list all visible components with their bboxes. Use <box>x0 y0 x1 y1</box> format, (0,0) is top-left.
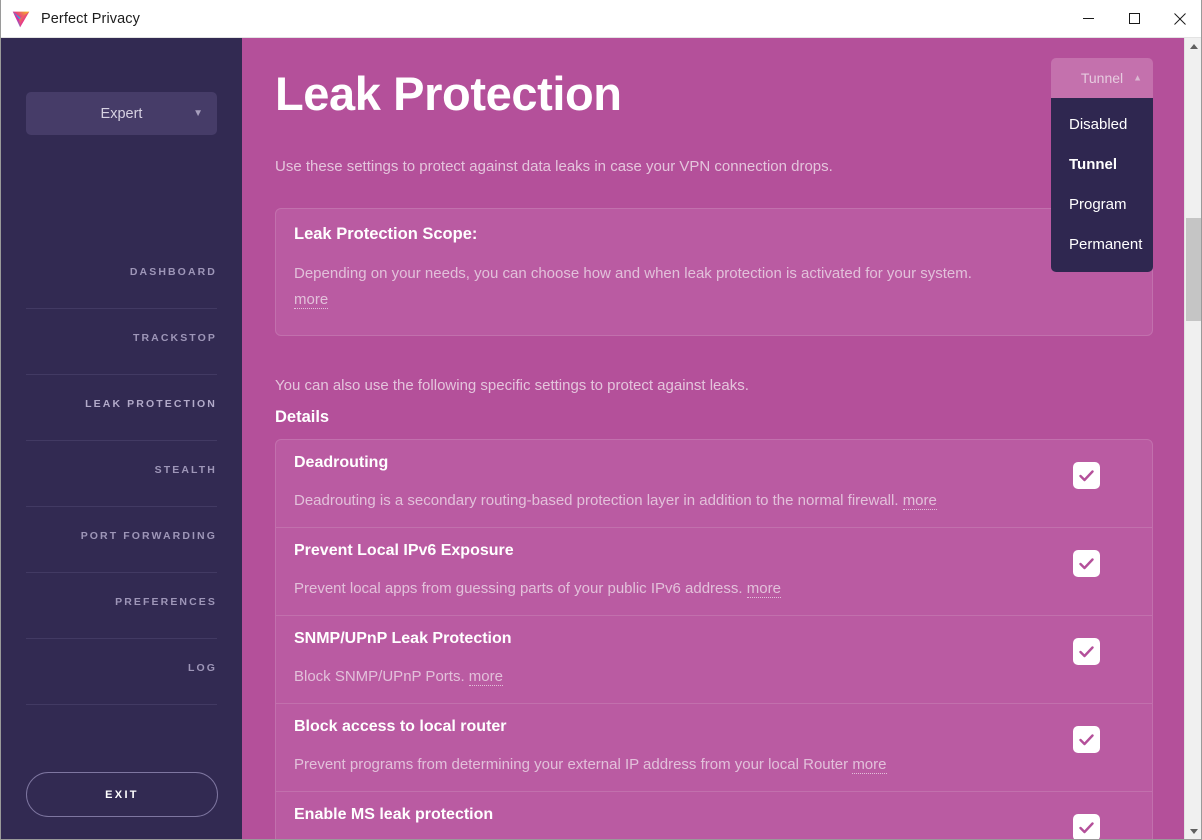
exit-button-label: EXIT <box>105 788 139 801</box>
dropdown-toggle[interactable]: Tunnel ▲ <box>1051 58 1153 98</box>
exit-button[interactable]: EXIT <box>26 772 218 817</box>
leak-protection-scope-dropdown[interactable]: Tunnel ▲ Disabled Tunnel Program Permane… <box>1051 58 1153 272</box>
sidebar-item-leak-protection[interactable]: LEAK PROTECTION <box>26 375 217 441</box>
setting-title: SNMP/UPnP Leak Protection <box>294 630 512 648</box>
dropdown-options-list: Disabled Tunnel Program Permanent <box>1051 98 1153 272</box>
sidebar-item-label: TRACKSTOP <box>132 331 217 344</box>
dropdown-option-label: Tunnel <box>1069 155 1118 173</box>
more-link[interactable]: more <box>902 492 937 511</box>
setting-row-enable-ms-leak-protection: Enable MS leak protection Prevent the le… <box>276 792 1152 839</box>
window-title: Perfect Privacy <box>41 10 140 27</box>
more-link[interactable]: more <box>746 580 781 599</box>
sidebar-item-preferences[interactable]: PREFERENCES <box>26 573 217 639</box>
setting-description: Prevent programs from determining your e… <box>294 756 1032 775</box>
setting-checkbox[interactable] <box>1073 550 1100 578</box>
setting-description: Block SNMP/UPnP Ports. more <box>294 668 1032 687</box>
setting-title: Deadrouting <box>294 454 389 472</box>
more-link[interactable]: more <box>468 668 503 687</box>
page-title: Leak Protection <box>275 67 622 120</box>
dropdown-option-tunnel[interactable]: Tunnel <box>1051 144 1153 184</box>
check-icon <box>1079 645 1094 657</box>
setting-checkbox[interactable] <box>1073 638 1100 666</box>
setting-row-prevent-local-ipv6-exposure: Prevent Local IPv6 Exposure Prevent loca… <box>276 528 1152 617</box>
setting-description-text: Prevent local apps from guessing parts o… <box>294 580 743 598</box>
sidebar-item-label: PREFERENCES <box>115 595 217 608</box>
setting-row-snmp-upnp-leak-protection: SNMP/UPnP Leak Protection Block SNMP/UPn… <box>276 616 1152 705</box>
scroll-down-arrow-icon[interactable] <box>1185 823 1201 839</box>
dropdown-option-permanent[interactable]: Permanent <box>1051 224 1153 264</box>
dropdown-option-label: Program <box>1069 195 1127 213</box>
setting-description: Prevent local apps from guessing parts o… <box>294 580 1032 599</box>
check-icon <box>1079 821 1094 833</box>
sidebar-item-port-forwarding[interactable]: PORT FORWARDING <box>26 507 217 573</box>
details-card: Deadrouting Deadrouting is a secondary r… <box>275 439 1153 839</box>
sidebar-item-dashboard[interactable]: DASHBOARD <box>26 243 217 309</box>
title-bar-left: Perfect Privacy <box>1 0 1065 37</box>
mode-selector[interactable]: Expert ▼ <box>26 92 217 135</box>
dropdown-option-label: Disabled <box>1069 115 1128 133</box>
scope-card-description-text: Depending on your needs, you can choose … <box>294 264 972 282</box>
sidebar-item-label: PORT FORWARDING <box>80 529 217 542</box>
sidebar-item-label: STEALTH <box>154 463 217 476</box>
setting-description: Deadrouting is a secondary routing-based… <box>294 492 1032 511</box>
setting-row-block-access-to-local-router: Block access to local router Prevent pro… <box>276 704 1152 793</box>
setting-checkbox[interactable] <box>1073 462 1100 490</box>
sidebar-item-label: LEAK PROTECTION <box>85 397 217 410</box>
setting-description-text: Block SNMP/UPnP Ports. <box>294 668 465 686</box>
dropdown-option-disabled[interactable]: Disabled <box>1051 104 1153 144</box>
leak-protection-scope-card: Leak Protection Scope: Depending on your… <box>275 207 1153 337</box>
sidebar-nav: DASHBOARD TRACKSTOP LEAK PROTECTION STEA… <box>26 243 217 705</box>
content-scroll-area: Leak Protection Use these settings to pr… <box>242 38 1186 839</box>
setting-title: Enable MS leak protection <box>294 806 494 824</box>
scope-card-description: Depending on your needs, you can choose … <box>294 261 994 314</box>
dropdown-option-program[interactable]: Program <box>1051 184 1153 224</box>
setting-checkbox[interactable] <box>1073 814 1100 839</box>
setting-description-text: Deadrouting is a secondary routing-based… <box>294 492 899 510</box>
setting-description-text: Prevent programs from determining your e… <box>294 756 849 774</box>
maximize-button[interactable] <box>1111 0 1157 37</box>
scope-card-inner: Leak Protection Scope: Depending on your… <box>276 209 1152 336</box>
chevron-down-icon: ▼ <box>193 107 203 119</box>
section-heading: Details <box>275 408 330 427</box>
sidebar-item-trackstop[interactable]: TRACKSTOP <box>26 309 217 375</box>
dropdown-selected-value: Tunnel <box>1080 70 1124 86</box>
title-bar: Perfect Privacy <box>1 0 1201 38</box>
more-link[interactable]: more <box>294 290 329 309</box>
check-icon <box>1079 469 1094 481</box>
close-button[interactable] <box>1157 0 1201 37</box>
sidebar-item-stealth[interactable]: STEALTH <box>26 441 217 507</box>
check-icon <box>1079 733 1094 745</box>
sidebar-item-label: DASHBOARD <box>129 265 217 278</box>
setting-checkbox[interactable] <box>1073 726 1100 754</box>
chevron-up-icon: ▲ <box>1133 72 1142 83</box>
sidebar-item-label: LOG <box>187 661 217 674</box>
setting-title: Prevent Local IPv6 Exposure <box>294 542 514 560</box>
perfect-privacy-logo-icon <box>12 11 30 27</box>
sidebar: Expert ▼ DASHBOARD TRACKSTOP LEAK PROTEC… <box>1 38 242 839</box>
window-controls <box>1065 0 1201 37</box>
mode-selector-value: Expert <box>100 105 143 122</box>
body-area: Expert ▼ DASHBOARD TRACKSTOP LEAK PROTEC… <box>1 38 1201 839</box>
page-subtitle: Use these settings to protect against da… <box>275 157 833 175</box>
dropdown-option-label: Permanent <box>1069 235 1143 253</box>
sidebar-item-log[interactable]: LOG <box>26 639 217 705</box>
application-window: Perfect Privacy Expert ▼ DASHBOARD TRACK… <box>0 0 1202 840</box>
section-note: You can also use the following specific … <box>275 377 749 395</box>
main-content: Leak Protection Use these settings to pr… <box>242 38 1186 839</box>
setting-row-deadrouting: Deadrouting Deadrouting is a secondary r… <box>276 440 1152 529</box>
scope-card-title: Leak Protection Scope: <box>294 224 478 243</box>
setting-title: Block access to local router <box>294 718 507 736</box>
more-link[interactable]: more <box>852 756 887 775</box>
check-icon <box>1079 557 1094 569</box>
scroll-up-arrow-icon[interactable] <box>1185 38 1201 55</box>
minimize-button[interactable] <box>1065 0 1111 37</box>
scrollbar-thumb[interactable] <box>1186 218 1201 321</box>
vertical-scrollbar[interactable] <box>1184 38 1201 839</box>
